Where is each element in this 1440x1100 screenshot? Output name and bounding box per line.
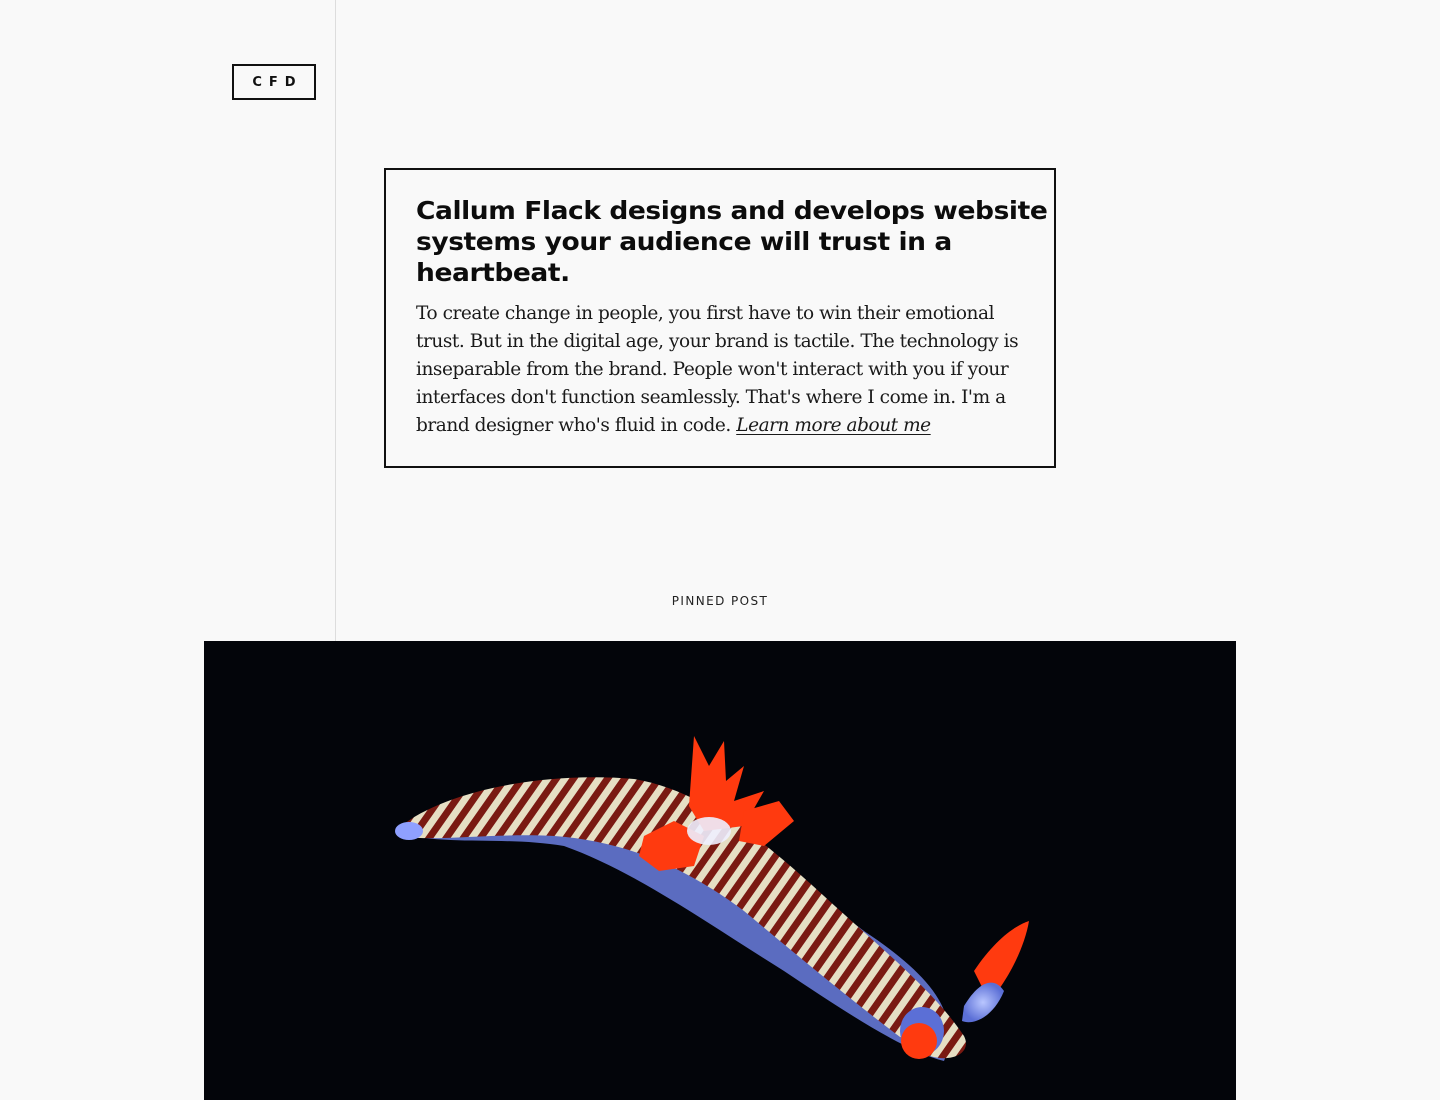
pinned-post-image[interactable] — [204, 641, 1236, 1100]
nudibranch-photo — [204, 641, 1236, 1100]
site-logo[interactable]: CFD — [232, 64, 316, 100]
learn-more-link[interactable]: Learn more about me — [736, 415, 931, 436]
intro-card: Callum Flack designs and develops websit… — [384, 168, 1056, 468]
pinned-post-label: PINNED POST — [671, 594, 769, 608]
intro-paragraph: To create change in people, you first ha… — [416, 300, 1026, 440]
sidebar-divider — [335, 0, 336, 641]
logo-text: CFD — [252, 74, 303, 90]
intro-headline: Callum Flack designs and develops websit… — [416, 196, 1048, 287]
